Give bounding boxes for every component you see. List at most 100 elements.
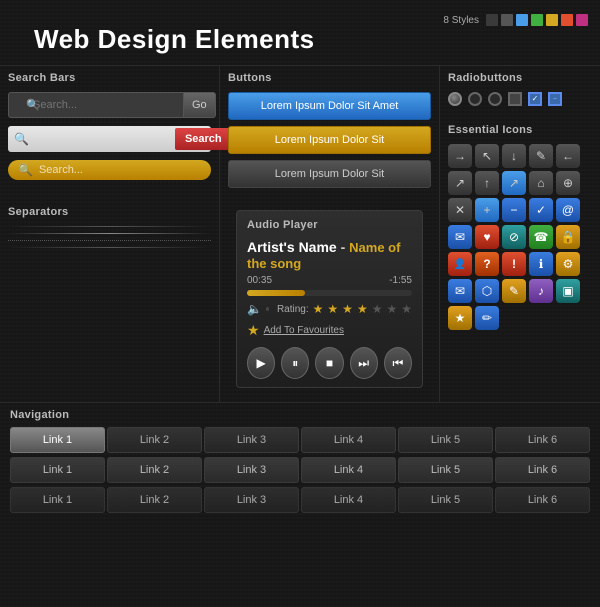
minus-icon[interactable]: − <box>502 198 526 222</box>
audio-player-title: Audio Player <box>247 219 412 231</box>
heart-icon[interactable]: ♥ <box>475 225 499 249</box>
radio-row-circles: ✓ − <box>448 92 592 106</box>
main-content: Search Bars 🔍 Go 🔍 Search 🔍 Separato <box>0 65 600 402</box>
button-gray[interactable]: Lorem Ipsum Dolor Sit <box>228 160 431 188</box>
page-header: Web Design Elements 8 Styles <box>0 0 600 65</box>
search-go-button[interactable]: Go <box>183 92 216 118</box>
play-button[interactable]: ▶ <box>247 347 275 379</box>
search-input-2[interactable] <box>33 133 175 145</box>
checkbox-3[interactable]: − <box>548 92 562 106</box>
stop-button[interactable]: ■ <box>315 347 343 379</box>
swatch-0[interactable] <box>486 14 498 26</box>
external-link-icon[interactable]: ↗ <box>502 171 526 195</box>
lock-icon[interactable]: 🔒 <box>556 225 580 249</box>
star-6[interactable]: ★ <box>386 302 397 316</box>
prev-button[interactable]: ⏮ <box>384 347 412 379</box>
fav-label[interactable]: Add To Favourites <box>264 325 344 336</box>
checkbox-1[interactable] <box>508 92 522 106</box>
navigation-section: Navigation Link 1 Link 2 Link 3 Link 4 L… <box>0 402 600 525</box>
star-2[interactable]: ★ <box>327 302 338 316</box>
search-bar-2: 🔍 Search <box>8 126 211 152</box>
nav-row2-link5[interactable]: Link 5 <box>398 457 493 483</box>
star-1[interactable]: ★ <box>313 302 324 316</box>
checkbox-2[interactable]: ✓ <box>528 92 542 106</box>
swatch-2[interactable] <box>516 14 528 26</box>
mail-icon[interactable]: ✉ <box>448 279 472 303</box>
search-input-3[interactable] <box>39 164 201 176</box>
nav-row1-link2[interactable]: Link 2 <box>107 427 202 453</box>
button-blue[interactable]: Lorem Ipsum Dolor Sit Amet <box>228 92 431 120</box>
radio-3[interactable] <box>488 92 502 106</box>
nav-row-3: Link 1 Link 2 Link 3 Link 4 Link 5 Link … <box>10 487 590 513</box>
swatch-4[interactable] <box>546 14 558 26</box>
chat-icon[interactable]: ✉ <box>448 225 472 249</box>
person-icon[interactable]: 👤 <box>448 252 472 276</box>
swatch-6[interactable] <box>576 14 588 26</box>
star-3[interactable]: ★ <box>342 302 353 316</box>
buttons-title: Buttons <box>228 72 431 84</box>
info-icon[interactable]: ℹ <box>529 252 553 276</box>
zoom-icon[interactable]: ⊕ <box>556 171 580 195</box>
search-icon-2: 🔍 <box>10 132 33 146</box>
image-icon[interactable]: ▣ <box>556 279 580 303</box>
warning-icon[interactable]: ! <box>502 252 526 276</box>
nav-row3-link1[interactable]: Link 1 <box>10 487 105 513</box>
shield-icon[interactable]: ⬡ <box>475 279 499 303</box>
star-7[interactable]: ★ <box>401 302 412 316</box>
nav-row2-link3[interactable]: Link 3 <box>204 457 299 483</box>
pause-button[interactable]: ⏸ <box>281 347 309 379</box>
arrow-right-icon[interactable]: → <box>448 144 472 168</box>
no-icon[interactable]: ⊘ <box>502 225 526 249</box>
nav-row2-link1[interactable]: Link 1 <box>10 457 105 483</box>
gear-icon[interactable]: ⚙ <box>556 252 580 276</box>
swatch-5[interactable] <box>561 14 573 26</box>
arrow-up-icon[interactable]: ↑ <box>475 171 499 195</box>
nav-row3-link2[interactable]: Link 2 <box>107 487 202 513</box>
nav-row1-link1[interactable]: Link 1 <box>10 427 105 453</box>
at-icon[interactable]: @ <box>556 198 580 222</box>
phone-icon[interactable]: ☎ <box>529 225 553 249</box>
pencil-icon[interactable]: ✎ <box>529 144 553 168</box>
nav-row2-link6[interactable]: Link 6 <box>495 457 590 483</box>
nav-row3-link4[interactable]: Link 4 <box>301 487 396 513</box>
radio-1[interactable] <box>448 92 462 106</box>
nav-row1-link5[interactable]: Link 5 <box>398 427 493 453</box>
music-icon[interactable]: ♪ <box>529 279 553 303</box>
download-icon[interactable]: ↓ <box>502 144 526 168</box>
nav-row2-link2[interactable]: Link 2 <box>107 457 202 483</box>
search-icon-1: 🔍 <box>26 99 40 112</box>
audio-volume-row: 🔈 Rating: ★ ★ ★ ★ ★ ★ ★ <box>247 302 412 316</box>
plus-icon[interactable]: + <box>475 198 499 222</box>
nav-row2-link4[interactable]: Link 4 <box>301 457 396 483</box>
arrow-left-icon[interactable]: ← <box>556 144 580 168</box>
rating-label: Rating: <box>277 304 309 315</box>
left-column: Search Bars 🔍 Go 🔍 Search 🔍 Separato <box>0 66 220 402</box>
pointer-icon[interactable]: ↗ <box>448 171 472 195</box>
button-yellow[interactable]: Lorem Ipsum Dolor Sit <box>228 126 431 154</box>
question-icon[interactable]: ? <box>475 252 499 276</box>
separator-4 <box>8 247 211 248</box>
radio-2[interactable] <box>468 92 482 106</box>
star-icon-box[interactable]: ★ <box>448 306 472 330</box>
swatch-1[interactable] <box>501 14 513 26</box>
separators-section: Separators <box>0 200 219 260</box>
nav-row1-link3[interactable]: Link 3 <box>204 427 299 453</box>
home-icon[interactable]: ⌂ <box>529 171 553 195</box>
check-icon[interactable]: ✓ <box>529 198 553 222</box>
next-button[interactable]: ⏭ <box>350 347 378 379</box>
cursor-icon[interactable]: ↖ <box>475 144 499 168</box>
star-4[interactable]: ★ <box>357 302 368 316</box>
audio-progress-bar[interactable] <box>247 290 412 296</box>
swatch-3[interactable] <box>531 14 543 26</box>
nav-row1-link6[interactable]: Link 6 <box>495 427 590 453</box>
star-5[interactable]: ★ <box>372 302 383 316</box>
right-column: Radiobuttons ✓ − Essential Icons → ↖ ↓ ✎… <box>440 66 600 402</box>
nav-row3-link3[interactable]: Link 3 <box>204 487 299 513</box>
nav-row1-link4[interactable]: Link 4 <box>301 427 396 453</box>
edit-icon[interactable]: ✎ <box>502 279 526 303</box>
nav-row3-link6[interactable]: Link 6 <box>495 487 590 513</box>
nav-row3-link5[interactable]: Link 5 <box>398 487 493 513</box>
close-icon[interactable]: ✕ <box>448 198 472 222</box>
bookmark-icon[interactable]: ✏ <box>475 306 499 330</box>
volume-bar[interactable] <box>266 307 269 311</box>
